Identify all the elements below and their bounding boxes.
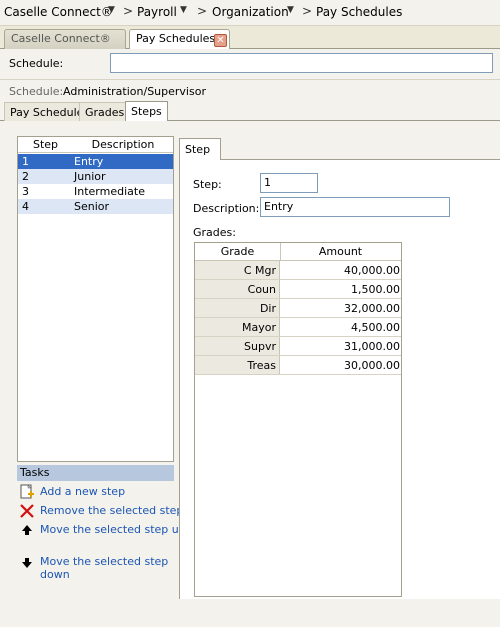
amount-cell[interactable]: 40,000.00 <box>280 261 401 279</box>
grade-cell: Mayor <box>195 318 280 336</box>
amount-cell[interactable]: 30,000.00 <box>280 356 401 374</box>
step-number: 2 <box>22 170 29 183</box>
list-item[interactable]: 3 Intermediate <box>18 184 173 199</box>
tab-pay-schedules[interactable]: Pay Schedules ✕ <box>129 29 230 50</box>
divider <box>0 79 500 80</box>
dropdown-arrow-icon[interactable]: ▼ <box>287 5 294 15</box>
table-row[interactable]: C Mgr 40,000.00 <box>195 261 401 280</box>
grade-cell: C Mgr <box>195 261 280 279</box>
schedule-label: Schedule: <box>9 57 64 70</box>
amount-cell[interactable]: 31,000.00 <box>280 337 401 355</box>
list-item[interactable]: 2 Junior <box>18 169 173 184</box>
breadcrumb-item-payroll[interactable]: Payroll <box>137 5 177 19</box>
grade-cell: Dir <box>195 299 280 317</box>
step-number: 3 <box>22 185 29 198</box>
breadcrumb-separator: > <box>302 4 313 18</box>
grade-cell: Treas <box>195 356 280 374</box>
grades-label: Grades: <box>193 226 236 239</box>
breadcrumb: Caselle Connect® ▼ > Payroll ▼ > Organiz… <box>0 0 500 26</box>
breadcrumb-separator: > <box>197 4 208 18</box>
tab-label: Pay Schedules <box>136 32 216 45</box>
add-step-icon[interactable] <box>19 484 35 503</box>
schedule-info-value: Administration/Supervisor <box>63 85 206 98</box>
arrow-down-icon[interactable] <box>20 556 34 573</box>
list-item[interactable]: 4 Senior <box>18 199 173 214</box>
tasks-header: Tasks <box>17 465 174 481</box>
remove-x-icon[interactable] <box>19 503 35 522</box>
dropdown-arrow-icon[interactable]: ▼ <box>108 5 115 15</box>
arrow-up-icon[interactable] <box>20 523 34 540</box>
table-row[interactable]: Mayor 4,500.00 <box>195 318 401 337</box>
step-number: 4 <box>22 200 29 213</box>
column-header-step[interactable]: Step <box>18 138 73 151</box>
tab-label: Caselle Connect® <box>11 32 111 45</box>
column-header-grade[interactable]: Grade <box>195 245 280 258</box>
table-row[interactable]: Supvr 31,000.00 <box>195 337 401 356</box>
description-label: Description: <box>193 202 260 215</box>
close-icon[interactable]: ✕ <box>214 34 227 47</box>
add-step-link[interactable]: Add a new step <box>40 485 125 498</box>
tab-step[interactable]: Step <box>179 138 221 160</box>
column-header-amount[interactable]: Amount <box>280 245 401 258</box>
amount-cell[interactable]: 32,000.00 <box>280 299 401 317</box>
list-item[interactable]: 1 Entry <box>18 154 173 169</box>
step-description: Intermediate <box>74 185 145 198</box>
tab-steps[interactable]: Steps <box>125 101 168 121</box>
tab-grades[interactable]: Grades <box>79 102 131 121</box>
amount-cell[interactable]: 4,500.00 <box>280 318 401 336</box>
table-row[interactable]: Coun 1,500.00 <box>195 280 401 299</box>
steps-list[interactable]: Step Description 1 Entry 2 Junior 3 Inte… <box>17 136 174 462</box>
table-row[interactable]: Dir 32,000.00 <box>195 299 401 318</box>
remove-step-link[interactable]: Remove the selected step <box>40 504 183 517</box>
step-description: Senior <box>74 200 110 213</box>
dropdown-arrow-icon[interactable]: ▼ <box>180 5 187 15</box>
breadcrumb-separator: > <box>123 4 134 18</box>
step-label: Step: <box>193 178 222 191</box>
document-tab-strip: Caselle Connect® Pay Schedules ✕ <box>0 26 500 50</box>
schedule-input[interactable] <box>110 53 493 73</box>
amount-cell[interactable]: 1,500.00 <box>280 280 401 298</box>
steps-list-header: Step Description <box>18 137 173 153</box>
column-header-description[interactable]: Description <box>73 138 173 151</box>
breadcrumb-item-organization[interactable]: Organization <box>212 5 289 19</box>
tab-pay-schedule[interactable]: Pay Schedule <box>4 102 90 121</box>
move-step-up-link[interactable]: Move the selected step up <box>40 523 186 536</box>
breadcrumb-item-pay-schedules[interactable]: Pay Schedules <box>316 5 402 19</box>
step-input[interactable]: 1 <box>260 173 318 193</box>
grades-grid[interactable]: Grade Amount C Mgr 40,000.00 Coun 1,500.… <box>194 242 402 597</box>
table-row[interactable]: Treas 30,000.00 <box>195 356 401 375</box>
step-description: Entry <box>74 155 104 168</box>
grade-cell: Coun <box>195 280 280 298</box>
grade-cell: Supvr <box>195 337 280 355</box>
schedule-info-label: Schedule: <box>9 85 64 98</box>
move-step-down-link[interactable]: Move the selected step down <box>40 555 170 581</box>
description-input[interactable]: Entry <box>260 197 450 217</box>
tab-caselle-connect[interactable]: Caselle Connect® <box>4 29 126 49</box>
breadcrumb-item-caselle-connect[interactable]: Caselle Connect® <box>4 5 113 19</box>
step-number: 1 <box>22 155 29 168</box>
step-description: Junior <box>74 170 106 183</box>
grades-grid-header: Grade Amount <box>195 243 401 261</box>
